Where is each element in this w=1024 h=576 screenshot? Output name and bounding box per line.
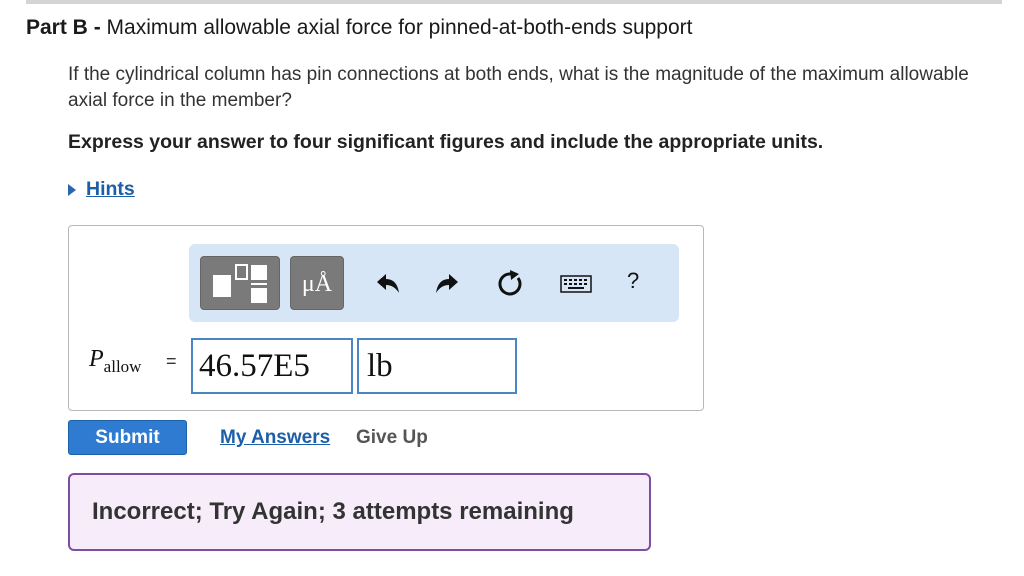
undo-button[interactable]	[370, 266, 406, 302]
help-button[interactable]: ?	[627, 268, 639, 294]
feedback-box: Incorrect; Try Again; 3 attempts remaini…	[68, 473, 651, 551]
redo-icon	[436, 274, 458, 293]
feedback-message: Incorrect; Try Again; 3 attempts remaini…	[92, 498, 574, 525]
part-label: Part B	[26, 16, 88, 39]
submit-button[interactable]: Submit	[68, 420, 187, 455]
my-answers-link[interactable]: My Answers	[220, 427, 330, 449]
fraction-template-icon	[213, 264, 267, 303]
units-button[interactable]: μÅ	[290, 256, 344, 310]
part-separator: -	[87, 16, 107, 39]
keyboard-icon	[560, 275, 592, 293]
answer-unit-input[interactable]: lb	[357, 338, 517, 394]
variable-symbol: P	[89, 346, 104, 372]
question-text: If the cylindrical column has pin connec…	[68, 64, 969, 111]
equals-sign: =	[166, 351, 177, 371]
reset-icon	[498, 270, 522, 296]
reset-button[interactable]	[493, 266, 529, 302]
variable-subscript: allow	[103, 357, 142, 376]
top-divider	[26, 0, 1002, 4]
keyboard-button[interactable]	[558, 266, 594, 302]
answer-value-input[interactable]: 46.57E5	[191, 338, 353, 394]
instruction-text: Express your answer to four significant …	[68, 131, 824, 153]
part-title: Part B - Maximum allowable axial force f…	[26, 16, 693, 40]
answer-box: μÅ ? Pallow = 46.57E5 lb	[68, 225, 704, 411]
templates-button[interactable]	[200, 256, 280, 310]
expand-triangle-icon	[68, 183, 76, 196]
hints-toggle[interactable]: Hints	[68, 178, 135, 201]
give-up-link[interactable]: Give Up	[356, 427, 428, 449]
undo-icon	[377, 274, 399, 293]
math-toolbar: μÅ ?	[189, 244, 679, 322]
answer-variable-label: Pallow	[89, 346, 141, 377]
part-heading: Maximum allowable axial force for pinned…	[106, 16, 693, 39]
redo-button[interactable]	[429, 266, 465, 302]
hints-link[interactable]: Hints	[86, 178, 135, 201]
